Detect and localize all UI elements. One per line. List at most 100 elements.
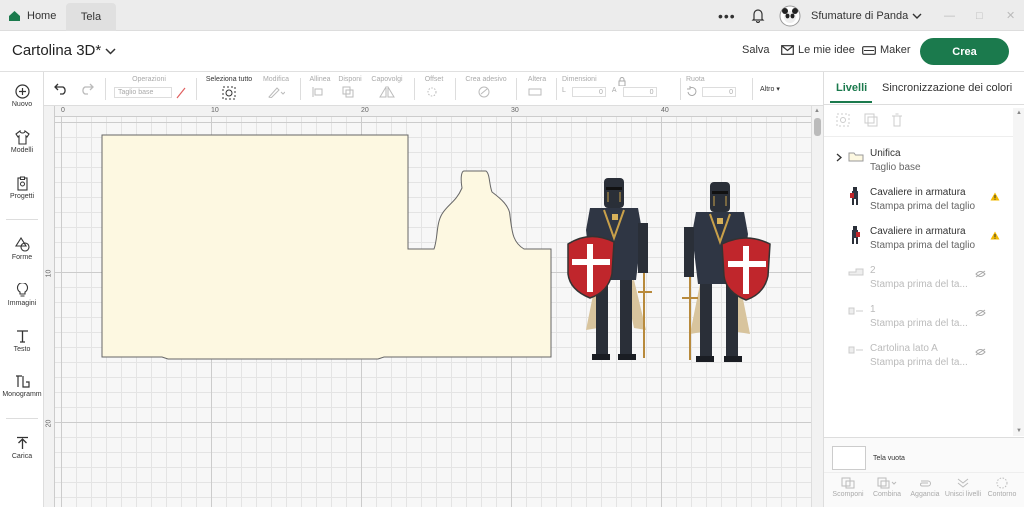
layer-row[interactable]: 2 Stampa prima del ta... [824,263,1014,301]
align-icon [312,87,323,97]
offset-label: Offset [424,76,444,83]
tab-layers[interactable]: Livelli [836,82,867,94]
attach-label: Altera [527,76,547,83]
sidebar-label: Testo [13,346,31,353]
sidebar-item-images[interactable]: Immagini [0,283,44,307]
duplicate-icon[interactable] [864,113,878,127]
undo-icon[interactable] [54,83,68,95]
flip-group[interactable]: Capovolgi [369,76,405,100]
layer-name: Cavaliere in armatura [870,187,966,198]
tab-tela[interactable]: Tela [66,3,116,31]
sidebar-item-templates[interactable]: Modelli [0,130,44,154]
pencil-icon [268,87,286,99]
arrange-group[interactable]: Disponi [336,76,364,100]
sidebar-item-projects[interactable]: Progetti [0,176,44,200]
card-cut-shape[interactable] [101,134,552,360]
hidden-eye-icon[interactable] [975,348,986,356]
maker-button[interactable]: Maker [862,44,911,56]
layer-row[interactable]: Unifica Taglio base [824,146,1014,184]
scroll-thumb[interactable] [814,118,821,136]
rotate-input[interactable]: 0 [702,86,736,97]
canvas-scrollbar[interactable]: ▲ [811,106,823,507]
warp-group[interactable]: Crea adesivo [462,76,510,100]
sidebar-item-upload[interactable]: Carica [0,436,44,460]
action-label: Scomponi [832,491,864,498]
tab-color-sync[interactable]: Sincronizzazione dei colori [882,82,1012,94]
attach-group[interactable]: Altera [522,76,552,100]
lock-icon[interactable] [618,77,626,86]
sidebar-item-monogram[interactable]: Monogramm [0,374,44,398]
layer-row[interactable]: Cartolina lato A Stampa prima del ta... [824,341,1014,379]
operations-group[interactable]: Operazioni Taglio base [114,76,184,98]
slice-button[interactable]: Scomponi [828,477,868,498]
minimize-icon[interactable]: — [944,0,955,31]
chevron-down-icon [105,47,116,55]
width-input[interactable]: 0 [571,87,606,97]
close-icon[interactable]: ✕ [1006,0,1015,31]
machine-icon [862,45,876,55]
sidebar-label: Immagini [7,300,37,307]
redo-icon[interactable] [80,83,94,95]
ruler-left: 10 20 [44,106,55,507]
sidebar-label: Carica [11,453,33,460]
sidebar-item-text[interactable]: Testo [0,329,44,353]
combine-icon [877,477,897,489]
sidebar-label: Forme [11,254,33,261]
sticker-icon [478,86,490,98]
layers-panel: Livelli Sincronizzazione dei colori Unif… [823,72,1024,507]
sidebar-label: Nuovo [11,101,33,108]
ruler-number: 30 [511,107,519,114]
chevron-right-icon[interactable] [836,153,842,162]
project-title[interactable]: Cartolina 3D* [12,42,116,59]
create-button[interactable]: Crea [920,38,1009,65]
edit-group[interactable]: Modifica [258,76,294,100]
save-button[interactable]: Salva [742,44,770,56]
knight-image-1[interactable] [567,178,652,360]
warp-label: Crea adesivo [465,76,507,83]
layer-thumbnail [848,268,864,276]
tab-tela-label: Tela [80,11,102,23]
upload-icon [16,436,28,449]
more-button[interactable]: Altro ▾ [760,85,780,93]
clipboard-icon [16,176,28,191]
trash-icon[interactable] [890,113,904,127]
attach-button[interactable]: Aggancia [905,477,945,498]
folder-icon [848,152,864,162]
height-input[interactable]: 0 [622,87,657,97]
select-all-label: Seleziona tutto [205,76,253,83]
operation-select[interactable]: Taglio base [114,87,172,98]
group-icon[interactable] [836,113,850,127]
panel-scrollbar[interactable]: ▲ ▼ [1013,108,1024,436]
tab-home[interactable]: Home [0,0,66,31]
layer-row[interactable]: Cavaliere in armatura Stampa prima del t… [824,185,1014,223]
contour-button[interactable]: Contorno [982,477,1022,498]
select-all-button[interactable]: Seleziona tutto [204,76,254,102]
layer-row[interactable]: 1 Stampa prima del ta... [824,302,1014,340]
hidden-eye-icon[interactable] [975,309,986,317]
design-canvas[interactable] [44,106,811,507]
more-options-icon[interactable]: ••• [718,0,736,31]
combine-button[interactable]: Combina [867,477,907,498]
avatar[interactable] [779,0,801,31]
blank-canvas-swatch[interactable] [832,446,866,470]
hidden-eye-icon[interactable] [975,270,986,278]
align-group[interactable]: Allinea [306,76,334,100]
user-menu[interactable]: Sfumature di Panda [811,0,922,31]
layer-operation: Taglio base [870,162,921,173]
monogram-icon [15,375,30,388]
sidebar-item-shapes[interactable]: Forme [0,237,44,261]
rotate-label: Ruota [686,76,705,83]
layer-operation: Stampa prima del ta... [870,357,968,368]
layer-row[interactable]: Cavaliere in armatura Stampa prima del t… [824,224,1014,262]
sidebar-item-new[interactable]: Nuovo [0,84,44,108]
my-ideas-button[interactable]: Le mie idee [781,44,855,56]
offset-group[interactable]: Offset [420,76,448,100]
bell-icon[interactable] [751,0,765,31]
flatten-button[interactable]: Unisci livelli [943,477,983,498]
knight-image-2[interactable] [682,182,771,362]
maximize-icon[interactable]: □ [976,0,983,31]
pen-slash-icon[interactable] [176,87,186,99]
size-label: Dimensioni [562,76,597,83]
knight-thumbnail [852,226,860,244]
warning-icon [990,192,1000,201]
